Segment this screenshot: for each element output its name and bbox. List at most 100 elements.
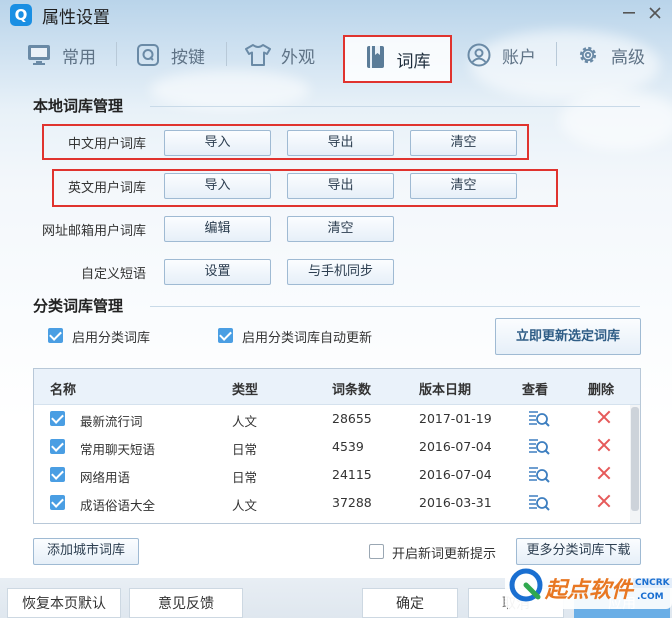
english-export-button[interactable]: 导出 <box>287 173 394 199</box>
tab-divider <box>116 42 117 66</box>
app-logo: Q <box>10 4 32 26</box>
custom-phrase-settings-button[interactable]: 设置 <box>164 259 271 285</box>
gear-icon <box>575 42 601 68</box>
watermark-domain: .COM <box>637 592 664 602</box>
row-type: 日常 <box>232 442 258 457</box>
url-email-clear-button[interactable]: 清空 <box>287 216 394 242</box>
english-import-button[interactable]: 导入 <box>164 173 271 199</box>
ok-button[interactable]: 确定 <box>362 588 458 618</box>
row-count: 37288 <box>332 495 372 510</box>
row-name: 常用聊天短语 <box>80 442 156 457</box>
url-email-edit-button[interactable]: 编辑 <box>164 216 271 242</box>
delete-icon[interactable] <box>596 493 612 509</box>
row-name: 成语俗语大全 <box>80 498 156 513</box>
column-header-view: 查看 <box>522 383 549 398</box>
row-type: 人文 <box>232 414 258 429</box>
enable-category-checkbox[interactable] <box>48 328 63 343</box>
view-icon[interactable] <box>528 437 550 457</box>
row-count: 24115 <box>332 467 372 482</box>
tab-divider <box>556 42 557 66</box>
delete-icon[interactable] <box>596 465 612 481</box>
watermark-text: 起点软件 <box>545 578 634 603</box>
row-date: 2017-01-19 <box>419 411 492 426</box>
column-header-date: 版本日期 <box>419 383 472 398</box>
minimize-button[interactable] <box>618 4 640 26</box>
add-city-dict-button[interactable]: 添加城市词库 <box>33 538 139 565</box>
auto-update-label: 启用分类词库自动更新 <box>242 331 373 346</box>
column-header-delete: 删除 <box>588 383 615 398</box>
book-icon <box>365 45 387 74</box>
auto-update-checkbox[interactable] <box>218 328 233 343</box>
row-date: 2016-03-31 <box>419 495 492 510</box>
tab-label: 常用 <box>62 47 96 68</box>
watermark: 起点软件 CNCRK .COM <box>505 560 672 610</box>
tab-dictionary[interactable]: 词库 <box>343 35 452 83</box>
user-icon <box>466 42 492 68</box>
row-count: 4539 <box>332 439 364 454</box>
url-email-dict-label: 网址邮箱用户词库 <box>41 224 146 239</box>
column-header-name: 名称 <box>50 383 77 398</box>
section-title-local: 本地词库管理 <box>33 97 124 115</box>
window-title: 属性设置 <box>42 8 110 28</box>
row-checkbox[interactable] <box>50 439 65 454</box>
view-icon[interactable] <box>528 465 550 485</box>
enable-category-label: 启用分类词库 <box>72 331 151 346</box>
row-name: 最新流行词 <box>80 414 143 429</box>
close-button[interactable] <box>644 4 666 26</box>
dictionary-table: 名称 类型 词条数 版本日期 查看 删除 最新流行词 人文 28655 2017… <box>33 368 641 524</box>
row-date: 2016-07-04 <box>419 439 492 454</box>
table-row[interactable]: 网络用语 日常 24115 2016-07-04 <box>34 461 630 489</box>
cloud-decoration <box>560 90 672 150</box>
delete-icon[interactable] <box>596 437 612 453</box>
close-icon <box>649 7 661 19</box>
row-type: 日常 <box>232 470 258 485</box>
feedback-button[interactable]: 意见反馈 <box>129 588 243 618</box>
table-header: 名称 类型 词条数 版本日期 查看 删除 <box>34 369 640 405</box>
row-checkbox[interactable] <box>50 467 65 482</box>
restore-defaults-button[interactable]: 恢复本页默认 <box>7 588 121 618</box>
column-header-count: 词条数 <box>332 383 372 398</box>
minimize-icon <box>623 12 635 14</box>
tab-label: 高级 <box>611 47 645 68</box>
custom-phrase-label: 自定义短语 <box>80 267 146 282</box>
row-checkbox[interactable] <box>50 495 65 510</box>
chinese-dict-label: 中文用户词库 <box>67 137 146 152</box>
phone-sync-button[interactable]: 与手机同步 <box>287 259 394 285</box>
row-type: 人文 <box>232 498 258 513</box>
table-scroll-thumb[interactable] <box>631 407 639 511</box>
monitor-icon <box>26 42 52 68</box>
chinese-import-button[interactable]: 导入 <box>164 130 271 156</box>
tab-advanced[interactable]: 高级 <box>575 40 645 70</box>
new-word-hint-checkbox[interactable] <box>369 544 384 559</box>
row-date: 2016-07-04 <box>419 467 492 482</box>
tshirt-icon <box>245 42 271 68</box>
title-bar: Q 属性设置 <box>0 0 672 30</box>
table-row[interactable]: 最新流行词 人文 28655 2017-01-19 <box>34 405 630 433</box>
table-row[interactable]: 常用聊天短语 日常 4539 2016-07-04 <box>34 433 630 461</box>
tab-general[interactable]: 常用 <box>26 40 96 70</box>
view-icon[interactable] <box>528 493 550 513</box>
view-icon[interactable] <box>528 409 550 429</box>
tab-label: 账户 <box>502 47 536 68</box>
tab-label: 外观 <box>281 47 315 68</box>
tab-appearance[interactable]: 外观 <box>245 40 315 70</box>
watermark-logo-icon <box>509 568 543 602</box>
tab-account[interactable]: 账户 <box>466 40 536 70</box>
table-row[interactable]: 成语俗语大全 人文 37288 2016-03-31 <box>34 489 630 517</box>
row-checkbox[interactable] <box>50 411 65 426</box>
update-selected-button[interactable]: 立即更新选定词库 <box>495 318 641 355</box>
english-dict-label: 英文用户词库 <box>67 181 146 196</box>
cloud-decoration <box>150 70 310 110</box>
divider <box>150 106 640 107</box>
divider <box>150 306 640 307</box>
watermark-badge: CNCRK <box>633 578 672 588</box>
delete-icon[interactable] <box>596 409 612 425</box>
tab-label: 按键 <box>171 47 205 68</box>
english-clear-button[interactable]: 清空 <box>410 173 517 199</box>
section-title-category: 分类词库管理 <box>33 297 124 315</box>
new-word-hint-label: 开启新词更新提示 <box>392 547 497 562</box>
chinese-export-button[interactable]: 导出 <box>287 130 394 156</box>
tab-keys[interactable]: 按键 <box>135 40 205 70</box>
chinese-clear-button[interactable]: 清空 <box>410 130 517 156</box>
q-key-icon <box>135 42 161 68</box>
